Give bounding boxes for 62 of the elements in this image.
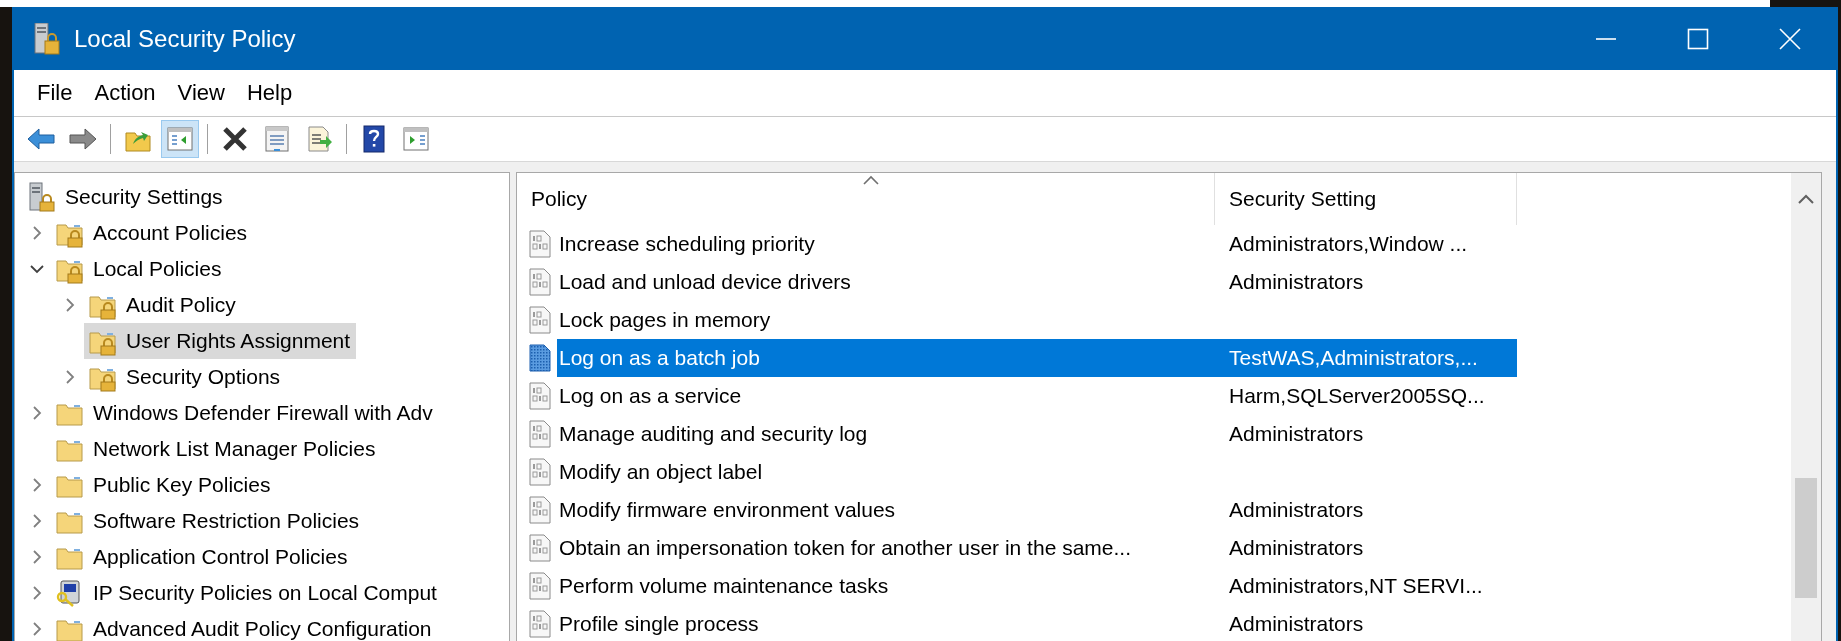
table-cell[interactable]: Administrators bbox=[1215, 491, 1517, 529]
tree-item[interactable]: Network List Manager Policies bbox=[51, 431, 382, 467]
expand-chevron-icon[interactable] bbox=[30, 622, 44, 636]
tree-item[interactable]: Software Restriction Policies bbox=[51, 503, 366, 539]
table-cell[interactable]: Administrators bbox=[1215, 529, 1517, 567]
table-cell[interactable]: Administrators,Window ... bbox=[1215, 225, 1517, 263]
minimize-icon bbox=[1595, 37, 1617, 40]
tree-item[interactable]: Application Control Policies bbox=[51, 539, 354, 575]
tree-item[interactable]: User Rights Assignment bbox=[84, 323, 357, 359]
properties-icon bbox=[262, 124, 292, 154]
table-cell[interactable]: Modify an object label bbox=[557, 453, 1215, 491]
tree-item[interactable]: Windows Defender Firewall with Adv bbox=[51, 395, 439, 431]
expand-chevron-icon[interactable] bbox=[30, 478, 44, 492]
collapse-chevron-icon[interactable] bbox=[30, 262, 44, 276]
expand-chevron-icon[interactable] bbox=[63, 370, 77, 384]
table-cell[interactable]: Lock pages in memory bbox=[557, 301, 1215, 339]
tree-item[interactable]: Account Policies bbox=[51, 215, 254, 251]
window-title: Local Security Policy bbox=[74, 24, 296, 53]
table-cell[interactable]: Profile single process bbox=[557, 605, 1215, 641]
tree-item[interactable]: Public Key Policies bbox=[51, 467, 277, 503]
column-header[interactable]: Security Setting bbox=[1215, 173, 1517, 225]
scroll-thumb[interactable] bbox=[1795, 478, 1817, 598]
menu-item[interactable]: File bbox=[26, 76, 84, 110]
show-tree-button[interactable] bbox=[161, 120, 199, 158]
expand-chevron-icon[interactable] bbox=[30, 226, 44, 240]
tree-item[interactable]: Audit Policy bbox=[84, 287, 242, 323]
column-header[interactable]: Policy bbox=[517, 173, 1215, 225]
server-lock-icon bbox=[34, 22, 60, 55]
show-tree-icon bbox=[165, 124, 195, 154]
table-cell[interactable]: Modify firmware environment values bbox=[557, 491, 1215, 529]
maximize-icon bbox=[1687, 27, 1709, 50]
table-cell[interactable]: Administrators,NT SERVI... bbox=[1215, 567, 1517, 605]
table-cell[interactable]: Log on as a service bbox=[557, 377, 1215, 415]
table-cell[interactable]: Administrators bbox=[1215, 605, 1517, 641]
expand-chevron-icon[interactable] bbox=[63, 298, 77, 312]
table-cell[interactable]: Harm,SQLServer2005SQ... bbox=[1215, 377, 1517, 415]
table-cell[interactable]: Perform volume maintenance tasks bbox=[557, 567, 1215, 605]
table-cell[interactable]: Administrators bbox=[1215, 263, 1517, 301]
scrollbar[interactable] bbox=[1791, 173, 1821, 641]
tree-item[interactable]: Security Options bbox=[84, 359, 287, 395]
close-icon bbox=[1779, 27, 1801, 50]
expand-chevron-icon[interactable] bbox=[30, 406, 44, 420]
expand-chevron-icon[interactable] bbox=[30, 514, 44, 528]
tree-item[interactable]: Advanced Audit Policy Configuration bbox=[51, 611, 438, 641]
table-cell[interactable]: Load and unload device drivers bbox=[557, 263, 1215, 301]
table-cell[interactable]: Manage auditing and security log bbox=[557, 415, 1215, 453]
show-action-pane-icon bbox=[401, 124, 431, 154]
expand-chevron-icon[interactable] bbox=[30, 550, 44, 564]
expand-chevron-icon[interactable] bbox=[30, 586, 44, 600]
menu-item[interactable]: View bbox=[166, 76, 236, 110]
table-cell[interactable]: Increase scheduling priority bbox=[557, 225, 1215, 263]
tree-item[interactable]: Security Settings bbox=[23, 179, 229, 215]
scroll-up-icon[interactable] bbox=[1797, 193, 1815, 205]
server-lock-icon bbox=[27, 182, 57, 212]
tree-item[interactable]: Local Policies bbox=[51, 251, 228, 287]
table-cell[interactable]: Log on as a batch job bbox=[557, 339, 1215, 377]
menu-item[interactable]: Action bbox=[83, 76, 167, 110]
table-cell[interactable]: Administrators bbox=[1215, 415, 1517, 453]
table-cell[interactable]: TestWAS,Administrators,... bbox=[1215, 339, 1517, 377]
table-cell[interactable]: Obtain an impersonation token for another user in the same... bbox=[557, 529, 1215, 567]
menu-item[interactable]: Help bbox=[235, 76, 304, 110]
tree-item[interactable]: IP Security Policies on Local Comput bbox=[51, 575, 443, 611]
